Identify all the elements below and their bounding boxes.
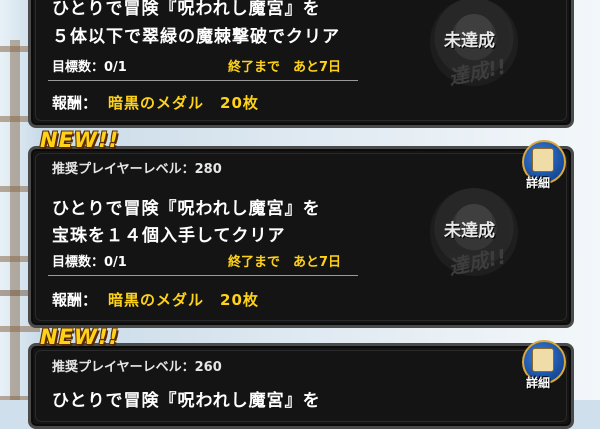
mission-progress: 目標数：0/1 bbox=[52, 60, 127, 75]
mission-description-line1: ひとりで冒険『呪われし魔宮』を bbox=[52, 199, 321, 219]
divider bbox=[48, 80, 358, 81]
detail-button[interactable]: 詳細 bbox=[518, 140, 568, 192]
mission-status: 未達成 達成!! bbox=[410, 180, 550, 290]
recommended-level: 推奨プレイヤーレベル：260 bbox=[52, 360, 222, 375]
detail-label: 詳細 bbox=[526, 376, 551, 390]
mission-description-line2: 宝珠を１４個入手してクリア bbox=[52, 226, 286, 246]
mission-description-line1: ひとりで冒険『呪われし魔宮』を bbox=[52, 391, 321, 411]
reward-value: 暗黒のメダル 20枚 bbox=[108, 291, 259, 309]
status-text: 未達成 bbox=[444, 31, 495, 51]
scroll-icon bbox=[532, 348, 554, 372]
mission-description-line1: ひとりで冒険『呪われし魔宮』を bbox=[52, 0, 321, 19]
recommended-level: 推奨プレイヤーレベル：280 bbox=[52, 162, 222, 177]
new-badge: NEW!! bbox=[40, 325, 120, 349]
reward-label: 報酬： bbox=[52, 291, 98, 309]
reward-value: 暗黒のメダル 20枚 bbox=[108, 94, 259, 112]
new-badge: NEW!! bbox=[40, 128, 120, 152]
reward-label: 報酬： bbox=[52, 94, 98, 112]
scroll-icon bbox=[532, 148, 554, 172]
mission-description-line2: ５体以下で翠緑の魔棘撃破でクリア bbox=[52, 27, 340, 47]
divider bbox=[48, 275, 358, 276]
mission-deadline: 終了まで あと7日 bbox=[228, 60, 342, 75]
detail-label: 詳細 bbox=[526, 176, 551, 190]
mission-deadline: 終了まで あと7日 bbox=[228, 255, 342, 270]
detail-button[interactable]: 詳細 bbox=[518, 340, 568, 392]
mission-progress: 目標数：0/1 bbox=[52, 255, 127, 270]
status-text: 未達成 bbox=[444, 221, 495, 241]
mission-status: 未達成 達成!! bbox=[410, 0, 550, 100]
